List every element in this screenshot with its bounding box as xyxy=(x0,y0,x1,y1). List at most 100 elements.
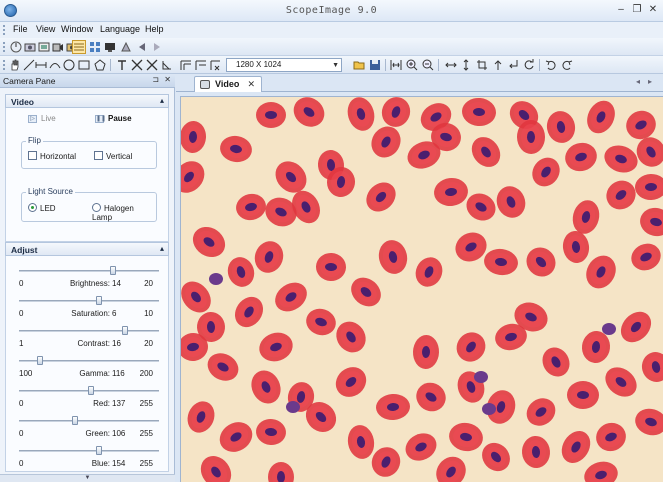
camera-icon[interactable] xyxy=(24,41,36,53)
slider-thumb[interactable] xyxy=(109,266,116,275)
power-icon[interactable] xyxy=(10,41,22,53)
zoom-in-icon[interactable] xyxy=(406,59,418,71)
capture-icon[interactable] xyxy=(38,41,50,53)
flip-v-icon[interactable] xyxy=(460,59,472,71)
red-blood-cell xyxy=(449,422,483,452)
hand-icon[interactable] xyxy=(9,59,21,71)
led-radio[interactable]: LED xyxy=(28,203,56,213)
red-blood-cell xyxy=(415,257,443,287)
measure3-icon[interactable] xyxy=(210,59,222,71)
tab-scroll-right-icon[interactable]: ▸ xyxy=(648,77,652,86)
redo-icon[interactable] xyxy=(561,59,573,71)
collapse-icon[interactable]: ▴ xyxy=(160,96,164,105)
play-prev-icon[interactable] xyxy=(136,41,148,53)
red-blood-cell xyxy=(335,367,367,397)
cross-icon[interactable] xyxy=(131,59,143,71)
x-icon[interactable] xyxy=(146,59,158,71)
slider-label: Green: xyxy=(85,429,110,438)
record-icon[interactable] xyxy=(52,41,64,53)
line-icon[interactable] xyxy=(23,59,35,71)
video-viewport[interactable] xyxy=(180,96,663,482)
halogen-radio[interactable]: Halogen Lamp xyxy=(92,203,156,222)
arrow-turn-icon[interactable] xyxy=(507,59,519,71)
live-button[interactable]: ▷ Live xyxy=(28,114,56,123)
video-section-header[interactable]: Video ▴ xyxy=(5,94,169,108)
red-blood-cell xyxy=(316,252,346,282)
minimize-icon[interactable]: – xyxy=(614,3,628,17)
title-bar: ScopeImage 9.0 – ❐ ✕ xyxy=(0,0,663,22)
fit-icon[interactable] xyxy=(390,59,402,71)
save-icon[interactable] xyxy=(369,59,381,71)
adjust-section-header[interactable]: Adjust ▴ xyxy=(5,242,169,256)
tab-scroll-left-icon[interactable]: ◂ xyxy=(636,77,640,86)
slider-value: 16 xyxy=(112,339,121,348)
menu-view[interactable]: View xyxy=(36,24,55,34)
red-blood-cell xyxy=(268,462,294,482)
slider-value: 106 xyxy=(112,429,126,438)
tab-video[interactable]: Video ✕ xyxy=(194,76,262,92)
slider-thumb[interactable] xyxy=(37,356,44,365)
arrow-up-icon[interactable] xyxy=(492,59,504,71)
red-blood-cell xyxy=(378,240,408,274)
red-blood-cell xyxy=(562,231,590,263)
slider-thumb[interactable] xyxy=(72,416,79,425)
rotate-icon[interactable] xyxy=(523,59,535,71)
restore-icon[interactable]: ❐ xyxy=(630,3,644,17)
slider-track[interactable] xyxy=(19,270,159,272)
red-blood-cell xyxy=(584,461,618,482)
pin-icon[interactable]: ⊐ xyxy=(152,75,159,84)
pane-scroll-down[interactable]: ▼ xyxy=(0,474,175,482)
measure2-icon[interactable] xyxy=(195,59,207,71)
horizontal-checkbox[interactable]: Horizontal xyxy=(28,151,76,161)
open-folder-icon[interactable] xyxy=(353,59,365,71)
red-blood-cell xyxy=(220,135,252,163)
slider-thumb[interactable] xyxy=(88,386,95,395)
resolution-select[interactable]: 1280 X 1024 ▼ xyxy=(226,58,342,72)
slider-thumb[interactable] xyxy=(96,296,103,305)
mirror-icon[interactable] xyxy=(120,41,132,53)
tab-close-icon[interactable]: ✕ xyxy=(247,79,255,90)
slider-value: 14 xyxy=(112,279,121,288)
flip-group: Flip Horizontal Vertical xyxy=(21,136,157,169)
slider-max: 20 xyxy=(144,279,153,288)
vertical-checkbox[interactable]: Vertical xyxy=(94,151,132,161)
slider-track[interactable] xyxy=(19,300,159,302)
play-next-icon[interactable] xyxy=(151,41,163,53)
pause-button[interactable]: ❚❚ Pause xyxy=(95,114,132,123)
slider-row: 0 Saturation: 6 10 xyxy=(6,294,170,321)
slider-thumb[interactable] xyxy=(121,326,128,335)
polygon-icon[interactable] xyxy=(94,59,106,71)
flip-h-icon[interactable] xyxy=(445,59,457,71)
close-pane-icon[interactable]: ✕ xyxy=(164,75,171,84)
circle-icon[interactable] xyxy=(63,59,75,71)
arc-icon[interactable] xyxy=(49,59,61,71)
slider-thumb[interactable] xyxy=(96,446,103,455)
slider-track[interactable] xyxy=(19,450,159,452)
menu-help[interactable]: Help xyxy=(145,24,164,34)
slider-min: 0 xyxy=(19,429,24,438)
text-icon[interactable] xyxy=(116,59,128,71)
undo-icon[interactable] xyxy=(545,59,557,71)
toolbar-separator xyxy=(385,59,386,71)
measure-icon[interactable] xyxy=(180,59,192,71)
angle-icon[interactable] xyxy=(161,59,173,71)
platelet xyxy=(286,401,300,413)
grid-icon[interactable] xyxy=(72,40,86,54)
close-icon[interactable]: ✕ xyxy=(646,3,660,17)
tile-icon[interactable] xyxy=(89,41,101,53)
zoom-out-icon[interactable] xyxy=(422,59,434,71)
hline-icon[interactable] xyxy=(35,59,47,71)
menu-window[interactable]: Window xyxy=(61,24,93,34)
rect-icon[interactable] xyxy=(78,59,90,71)
red-blood-cell xyxy=(606,180,636,210)
slider-value: 116 xyxy=(112,369,125,378)
slider-track[interactable] xyxy=(19,420,159,422)
collapse-icon[interactable]: ▴ xyxy=(160,244,164,253)
red-blood-cell xyxy=(256,418,286,446)
crop-icon[interactable] xyxy=(476,59,488,71)
vertical-label: Vertical xyxy=(106,152,133,161)
slider-track[interactable] xyxy=(19,330,159,332)
display-icon[interactable] xyxy=(104,41,116,53)
menu-language[interactable]: Language xyxy=(100,24,140,34)
menu-file[interactable]: File xyxy=(13,24,28,34)
